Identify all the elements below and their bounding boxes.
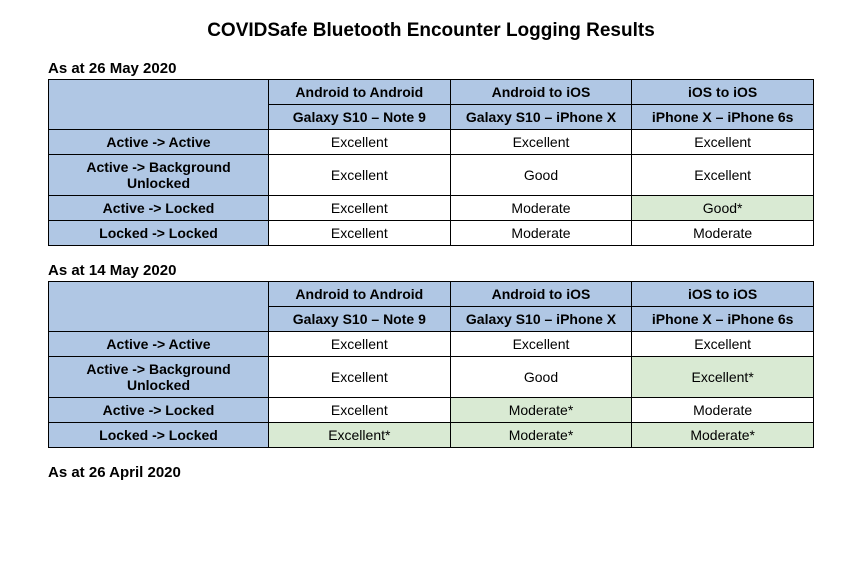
result-cell: Excellent — [450, 332, 632, 357]
table-row: Active -> LockedExcellentModerateGood* — [49, 196, 814, 221]
result-cell: Excellent — [269, 221, 451, 246]
row-label: Active -> Locked — [49, 398, 269, 423]
table-row: Active -> Background UnlockedExcellentGo… — [49, 155, 814, 196]
result-cell: Good — [450, 357, 632, 398]
result-cell: Excellent — [632, 130, 814, 155]
table-row: Active -> LockedExcellentModerate*Modera… — [49, 398, 814, 423]
col-header-devices: iPhone X – iPhone 6s — [632, 307, 814, 332]
result-cell: Excellent — [269, 357, 451, 398]
table-row: Locked -> LockedExcellent*Moderate*Moder… — [49, 423, 814, 448]
row-label: Active -> Background Unlocked — [49, 357, 269, 398]
page-title: COVIDSafe Bluetooth Encounter Logging Re… — [48, 20, 814, 42]
col-header-platform: Android to iOS — [450, 282, 632, 307]
table-row: Active -> ActiveExcellentExcellentExcell… — [49, 332, 814, 357]
result-cell: Excellent — [269, 155, 451, 196]
col-header-platform: Android to Android — [269, 282, 451, 307]
table-row: Locked -> LockedExcellentModerateModerat… — [49, 221, 814, 246]
result-cell: Moderate — [632, 221, 814, 246]
table-row: Active -> ActiveExcellentExcellentExcell… — [49, 130, 814, 155]
header-blank — [49, 282, 269, 332]
col-header-devices: Galaxy S10 – iPhone X — [450, 105, 632, 130]
table-row: Active -> Background UnlockedExcellentGo… — [49, 357, 814, 398]
result-cell: Excellent — [269, 130, 451, 155]
col-header-platform: iOS to iOS — [632, 282, 814, 307]
result-cell: Excellent — [269, 398, 451, 423]
result-cell: Moderate — [632, 398, 814, 423]
result-cell: Good — [450, 155, 632, 196]
col-header-devices: Galaxy S10 – Note 9 — [269, 307, 451, 332]
result-cell: Good* — [632, 196, 814, 221]
result-cell: Moderate — [450, 221, 632, 246]
result-cell: Excellent — [632, 155, 814, 196]
results-table: Android to AndroidAndroid to iOSiOS to i… — [48, 79, 814, 246]
col-header-platform: Android to Android — [269, 80, 451, 105]
row-label: Locked -> Locked — [49, 423, 269, 448]
row-label: Locked -> Locked — [49, 221, 269, 246]
result-cell: Excellent — [269, 196, 451, 221]
row-label: Active -> Locked — [49, 196, 269, 221]
section-date: As at 14 May 2020 — [48, 262, 814, 279]
result-cell: Excellent* — [632, 357, 814, 398]
section-date: As at 26 May 2020 — [48, 60, 814, 77]
result-cell: Excellent* — [269, 423, 451, 448]
section-date: As at 26 April 2020 — [48, 464, 814, 481]
header-blank — [49, 80, 269, 130]
col-header-platform: iOS to iOS — [632, 80, 814, 105]
col-header-devices: iPhone X – iPhone 6s — [632, 105, 814, 130]
result-cell: Moderate* — [450, 398, 632, 423]
result-cell: Moderate — [450, 196, 632, 221]
result-cell: Moderate* — [450, 423, 632, 448]
result-cell: Excellent — [269, 332, 451, 357]
result-cell: Moderate* — [632, 423, 814, 448]
col-header-devices: Galaxy S10 – Note 9 — [269, 105, 451, 130]
col-header-platform: Android to iOS — [450, 80, 632, 105]
results-table: Android to AndroidAndroid to iOSiOS to i… — [48, 281, 814, 448]
result-cell: Excellent — [632, 332, 814, 357]
col-header-devices: Galaxy S10 – iPhone X — [450, 307, 632, 332]
row-label: Active -> Active — [49, 130, 269, 155]
row-label: Active -> Background Unlocked — [49, 155, 269, 196]
result-cell: Excellent — [450, 130, 632, 155]
row-label: Active -> Active — [49, 332, 269, 357]
